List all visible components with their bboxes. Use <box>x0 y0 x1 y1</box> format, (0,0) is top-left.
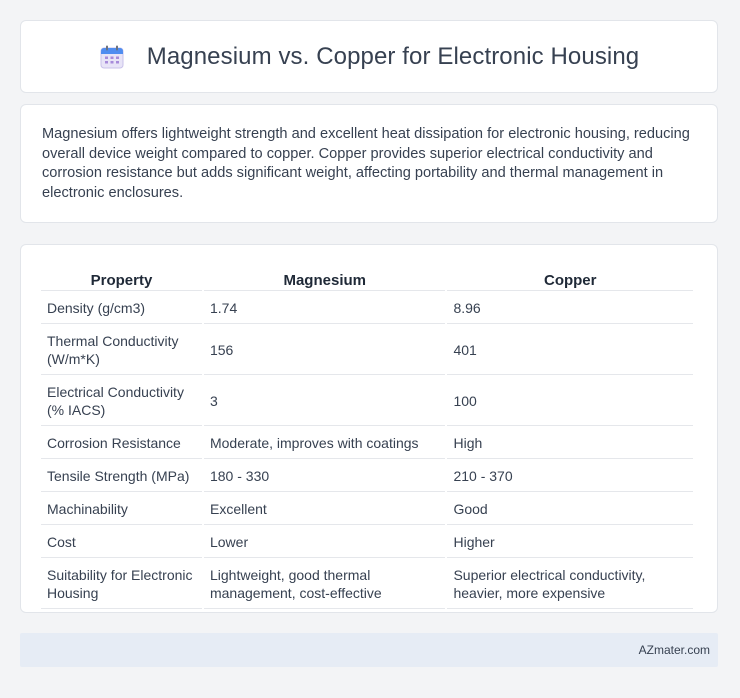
table-row: Cost Lower Higher <box>41 527 693 558</box>
page-title: Magnesium vs. Copper for Electronic Hous… <box>146 42 640 70</box>
cell-copper: High <box>447 428 693 459</box>
cell-copper: Higher <box>447 527 693 558</box>
footer: AZmater.com <box>20 633 718 667</box>
cell-property: Suitability for Electronic Housing <box>41 560 202 609</box>
title-wrap: Magnesium vs. Copper for Electronic Hous… <box>99 43 640 71</box>
header-copper: Copper <box>447 269 693 291</box>
table-row: Thermal Conductivity (W/m*K) 156 401 <box>41 326 693 375</box>
table-row: Tensile Strength (MPa) 180 - 330 210 - 3… <box>41 461 693 492</box>
footer-source-text: AZmater.com <box>638 643 710 657</box>
cell-property: Cost <box>41 527 202 558</box>
cell-property: Electrical Conductivity (% IACS) <box>41 377 202 426</box>
cell-property: Thermal Conductivity (W/m*K) <box>41 326 202 375</box>
table-row: Electrical Conductivity (% IACS) 3 100 <box>41 377 693 426</box>
description-text: Magnesium offers lightweight strength an… <box>42 126 690 201</box>
header-property: Property <box>41 269 202 291</box>
cell-property: Machinability <box>41 494 202 525</box>
table-row: Machinability Excellent Good <box>41 494 693 525</box>
header-magnesium: Magnesium <box>203 269 446 291</box>
comparison-table: Property Magnesium Copper Density (g/cm3… <box>39 267 695 611</box>
comparison-table-card: Property Magnesium Copper Density (g/cm3… <box>20 244 718 613</box>
cell-property: Tensile Strength (MPa) <box>41 461 202 492</box>
cell-magnesium: Lower <box>203 527 446 558</box>
cell-copper: Superior electrical conductivity, heavie… <box>447 560 693 609</box>
cell-property: Corrosion Resistance <box>41 428 202 459</box>
cell-copper: 100 <box>447 377 693 426</box>
description-card: Magnesium offers lightweight strength an… <box>20 104 718 223</box>
cell-magnesium: 180 - 330 <box>203 461 446 492</box>
cell-magnesium: Excellent <box>203 494 446 525</box>
cell-copper: 401 <box>447 326 693 375</box>
cell-magnesium: 1.74 <box>203 293 446 324</box>
cell-copper: 210 - 370 <box>447 461 693 492</box>
table-row: Density (g/cm3) 1.74 8.96 <box>41 293 693 324</box>
calendar-icon <box>99 44 125 70</box>
cell-magnesium: Moderate, improves with coatings <box>203 428 446 459</box>
table-header-row: Property Magnesium Copper <box>41 269 693 291</box>
cell-magnesium: 3 <box>203 377 446 426</box>
cell-copper: 8.96 <box>447 293 693 324</box>
table-row: Corrosion Resistance Moderate, improves … <box>41 428 693 459</box>
cell-copper: Good <box>447 494 693 525</box>
cell-magnesium: 156 <box>203 326 446 375</box>
title-card: Magnesium vs. Copper for Electronic Hous… <box>20 20 718 93</box>
table-row: Suitability for Electronic Housing Light… <box>41 560 693 609</box>
cell-magnesium: Lightweight, good thermal management, co… <box>203 560 446 609</box>
cell-property: Density (g/cm3) <box>41 293 202 324</box>
